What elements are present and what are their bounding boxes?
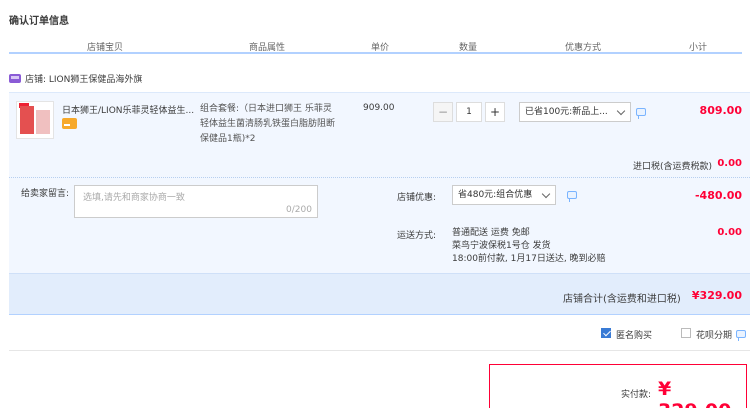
shop-total-value: ¥329.00 <box>691 289 742 302</box>
shop-discount-amount: -480.00 <box>694 189 742 202</box>
item-coupon-select[interactable]: 已省100元:新品上... <box>519 102 631 122</box>
quantity-plus-button[interactable]: + <box>485 102 505 122</box>
payment-amount: ¥ 329.00 <box>658 378 731 408</box>
shop-discount-select[interactable]: 省480元:组合优惠 <box>452 185 556 205</box>
quantity-minus-button[interactable]: − <box>433 102 453 122</box>
anonymous-purchase-label[interactable]: 匿名购买 <box>616 328 652 341</box>
chat-bubble-icon[interactable] <box>736 330 746 341</box>
thumbnail-box-back <box>36 110 50 134</box>
product-thumbnail[interactable] <box>16 101 54 139</box>
huabei-installment-label[interactable]: 花呗分期 <box>696 328 732 341</box>
column-header-quantity: 数量 <box>459 43 478 53</box>
shop-icon <box>9 74 21 83</box>
import-tax-label: 进口税(含运费税款) <box>633 162 713 172</box>
credit-card-icon <box>62 118 77 129</box>
shipping-details: 普通配送 运费 免邮 菜鸟宁波保税1号仓 发货 18:00前付款, 1月17日送… <box>452 227 606 266</box>
shipping-eta: 18:00前付款, 1月17日送达, 晚到必赔 <box>452 254 606 264</box>
column-header-discount: 优惠方式 <box>565 43 602 53</box>
thumbnail-box-front <box>20 106 34 134</box>
quantity-input[interactable]: 1 <box>456 102 482 122</box>
column-header-attributes: 商品属性 <box>249 43 286 53</box>
chevron-down-icon <box>541 189 551 199</box>
huabei-installment-checkbox[interactable] <box>681 328 691 338</box>
product-name-link[interactable]: 日本狮王/LION乐菲灵轻体益生... <box>62 103 197 116</box>
shipping-warehouse: 菜鸟宁波保税1号仓 发货 <box>452 241 551 251</box>
chat-bubble-icon[interactable] <box>567 191 577 202</box>
shop-total-label: 店铺合计(含运费和进口税) <box>563 294 681 305</box>
product-attributes: 组合套餐:（日本进口狮王 乐菲灵轻体益生菌清肠乳铁蛋白脂肪阻断保健品1瓶)*2 <box>200 104 336 144</box>
shipping-label: 运送方式: <box>397 231 437 241</box>
item-coupon-value: 已省100元:新品上... <box>525 107 608 117</box>
table-header: 店铺宝贝 商品属性 单价 数量 优惠方式 小计 <box>9 38 742 54</box>
divider <box>9 350 750 351</box>
item-subtotal: 809.00 <box>699 104 742 117</box>
unit-price: 909.00 <box>363 103 395 113</box>
column-header-price: 单价 <box>371 43 390 53</box>
shipping-fee: 0.00 <box>717 227 742 238</box>
seller-message-label: 给卖家留言: <box>21 189 70 199</box>
shop-discount-label: 店铺优惠: <box>397 193 437 203</box>
shop-name-link[interactable]: 店铺: LION狮王保健品海外旗 <box>25 72 142 85</box>
payment-label: 实付款: <box>621 390 652 400</box>
page-title: 确认订单信息 <box>9 16 69 27</box>
anonymous-purchase-checkbox[interactable] <box>601 328 611 338</box>
seller-message-input[interactable]: 选填,请先和商家协商一致 <box>74 185 318 218</box>
chat-bubble-icon[interactable] <box>636 108 646 119</box>
message-char-counter: 0/200 <box>286 205 312 215</box>
shop-row: 店铺: LION狮王保健品海外旗 <box>9 72 142 85</box>
column-header-subtotal: 小计 <box>689 43 708 53</box>
column-header-item: 店铺宝贝 <box>87 43 124 53</box>
quantity-stepper: − 1 + <box>433 102 505 122</box>
shop-discount-value: 省480元:组合优惠 <box>458 190 533 200</box>
import-tax-value: 0.00 <box>717 158 742 169</box>
chevron-down-icon <box>616 106 626 116</box>
shipping-method: 普通配送 运费 免邮 <box>452 228 530 238</box>
